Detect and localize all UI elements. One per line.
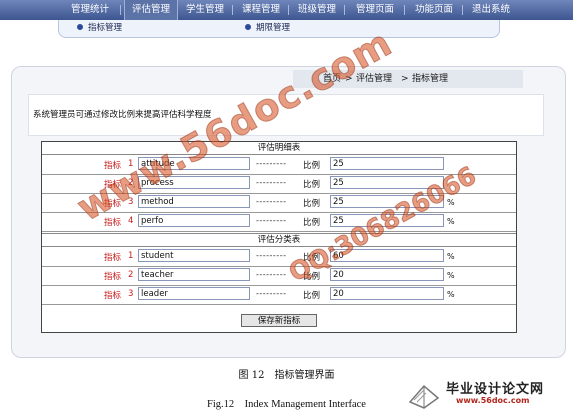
ratio-label: 比例 — [303, 199, 321, 209]
separator-dashes: --------- — [256, 159, 287, 168]
watermark-logo-url: www.56doc.com — [456, 396, 530, 405]
nav-separator — [288, 5, 289, 15]
nav-item-logout[interactable]: 退出系统 — [466, 0, 516, 20]
subnav-item-indicators[interactable]: 指标管理 — [77, 20, 122, 37]
ratio-input[interactable]: 25 — [330, 157, 444, 170]
nav-item-admin-pages[interactable]: 管理页面 — [348, 0, 402, 20]
breadcrumb-current: 指标管理 — [412, 74, 449, 84]
table-row: 指标 1 student --------- 比例 60 % — [42, 247, 516, 267]
ratio-input[interactable]: 20 — [330, 287, 444, 300]
subnav-label: 期限管理 — [256, 23, 291, 33]
nav-separator — [404, 5, 405, 15]
percent-sign: % — [447, 252, 455, 261]
separator-dashes: --------- — [256, 289, 287, 298]
indicator-label: 指标 — [104, 253, 122, 263]
bullet-icon — [245, 23, 251, 30]
category-name-input[interactable]: teacher — [138, 268, 250, 281]
separator-dashes: --------- — [256, 216, 287, 225]
separator-dashes: --------- — [256, 270, 287, 279]
ratio-label: 比例 — [303, 180, 321, 190]
subnav-item-deadlines[interactable]: 期限管理 — [245, 20, 290, 37]
watermark-logo: 毕业设计论文网 www.56doc.com — [408, 378, 570, 412]
save-indicators-button[interactable]: 保存新指标 — [241, 314, 317, 327]
breadcrumb-separator: > — [401, 74, 409, 84]
percent-sign: % — [447, 290, 455, 299]
indicator-index: 2 — [128, 270, 134, 280]
book-icon — [408, 384, 440, 409]
indicator-name-input[interactable]: perfo — [138, 214, 250, 227]
bullet-icon — [77, 23, 83, 30]
nav-separator — [462, 5, 463, 15]
nav-item-function-pages[interactable]: 功能页面 — [408, 0, 460, 20]
category-name-input[interactable]: student — [138, 249, 250, 262]
nav-item-students[interactable]: 学生管理 — [180, 0, 230, 20]
nav-item-evaluation[interactable]: 评估管理 — [124, 0, 178, 20]
nav-separator — [344, 5, 345, 15]
nav-separator — [120, 5, 121, 15]
notice-text: 系统管理员可通过修改比例来提高评估科学程度 — [33, 110, 212, 120]
indicator-name-input[interactable]: method — [138, 195, 250, 208]
indicator-label: 指标 — [104, 272, 122, 282]
separator-dashes: --------- — [256, 251, 287, 260]
category-table-header: 评估分类表 — [42, 233, 516, 247]
detail-table-header: 评估明细表 — [42, 142, 516, 155]
indicator-index: 4 — [128, 216, 134, 226]
category-name-input[interactable]: leader — [138, 287, 250, 300]
ratio-label: 比例 — [303, 218, 321, 228]
nav-item-courses[interactable]: 课程管理 — [236, 0, 286, 20]
top-nav-bar: 管理统计 评估管理 学生管理 课程管理 班级管理 管理页面 功能页面 退出系统 — [0, 0, 573, 20]
indicator-index: 3 — [128, 289, 134, 299]
table-row: 指标 2 teacher --------- 比例 20 % — [42, 266, 516, 286]
percent-sign: % — [447, 217, 455, 226]
indicator-index: 1 — [128, 251, 134, 261]
table-row: 指标 3 leader --------- 比例 20 % — [42, 285, 516, 305]
nav-item-classes[interactable]: 班级管理 — [292, 0, 342, 20]
ratio-label: 比例 — [303, 161, 321, 171]
watermark-logo-text: 毕业设计论文网 — [446, 382, 545, 397]
ratio-input[interactable]: 20 — [330, 268, 444, 281]
separator-dashes: --------- — [256, 178, 287, 187]
nav-separator — [232, 5, 233, 15]
sub-nav-bar: 指标管理 期限管理 — [58, 20, 500, 38]
indicator-label: 指标 — [104, 291, 122, 301]
separator-dashes: --------- — [256, 197, 287, 206]
nav-item-stats[interactable]: 管理统计 — [65, 0, 115, 20]
ratio-label: 比例 — [303, 291, 321, 301]
percent-sign: % — [447, 271, 455, 280]
subnav-label: 指标管理 — [88, 23, 123, 33]
